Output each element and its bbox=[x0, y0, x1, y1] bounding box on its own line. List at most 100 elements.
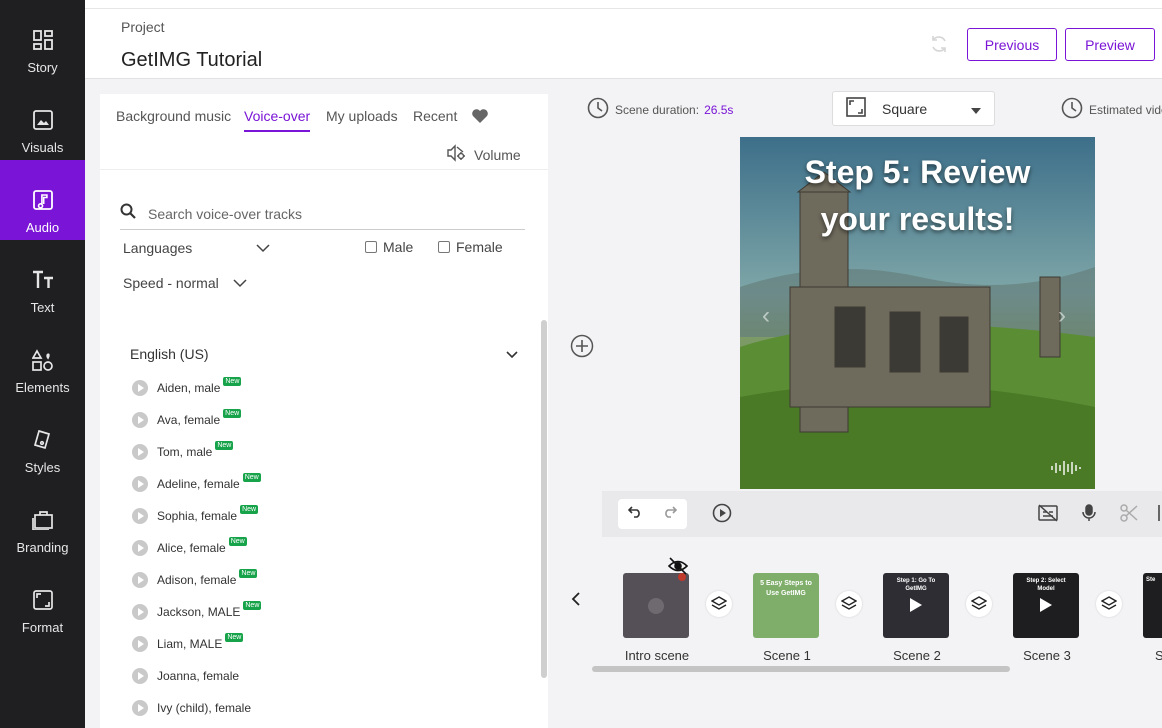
scene-thumb-4[interactable]: Ste bbox=[1143, 573, 1162, 638]
refresh-icon[interactable] bbox=[930, 35, 948, 58]
canvas-next-arrow-icon[interactable]: › bbox=[1058, 302, 1066, 330]
new-badge: New bbox=[240, 504, 259, 514]
scene-thumb-3[interactable]: Step 2: Select Model bbox=[1013, 573, 1079, 638]
nav-item-visuals[interactable]: Visuals bbox=[0, 80, 85, 160]
audio-panel: Background music Voice-over My uploads R… bbox=[100, 94, 548, 728]
nav-label-audio: Audio bbox=[25, 220, 60, 235]
project-title: GetIMG Tutorial bbox=[121, 49, 263, 71]
new-badge: New bbox=[225, 632, 244, 642]
tab-background-music[interactable]: Background music bbox=[116, 108, 231, 130]
play-circle-icon[interactable] bbox=[712, 503, 732, 528]
play-voice-icon[interactable] bbox=[132, 604, 148, 620]
play-voice-icon[interactable] bbox=[132, 380, 148, 396]
new-badge: New bbox=[223, 408, 242, 418]
tab-recent[interactable]: Recent bbox=[413, 108, 457, 130]
volume-settings-icon bbox=[446, 144, 466, 165]
project-label: Project bbox=[121, 19, 165, 35]
voice-name: Alice, female bbox=[157, 541, 226, 555]
panel-scrollbar[interactable] bbox=[541, 320, 547, 678]
speed-dropdown[interactable]: Speed - normal bbox=[123, 275, 247, 291]
nav-item-elements[interactable]: Elements bbox=[0, 320, 85, 400]
nav-item-audio[interactable]: Audio bbox=[0, 160, 85, 240]
play-voice-icon[interactable] bbox=[132, 444, 148, 460]
more-settings-icon[interactable] bbox=[1156, 504, 1162, 527]
voice-name: Liam, MALE bbox=[157, 637, 223, 651]
voice-item[interactable]: Sophia, female New bbox=[132, 504, 259, 528]
play-voice-icon[interactable] bbox=[132, 476, 148, 492]
redo-icon[interactable] bbox=[663, 505, 677, 523]
tab-voice-over[interactable]: Voice-over bbox=[244, 108, 311, 132]
play-voice-icon[interactable] bbox=[132, 540, 148, 556]
voice-item[interactable]: Ava, female New bbox=[132, 408, 242, 432]
play-voice-icon[interactable] bbox=[132, 412, 148, 428]
voice-item[interactable]: Aiden, male New bbox=[132, 376, 242, 400]
scissors-icon[interactable] bbox=[1120, 504, 1138, 527]
scene-thumb-1[interactable]: 5 Easy Steps to Use GetIMG bbox=[753, 573, 819, 638]
languages-dropdown[interactable]: Languages bbox=[123, 240, 270, 256]
voice-item[interactable]: Adison, female New bbox=[132, 568, 258, 592]
preview-button[interactable]: Preview bbox=[1065, 28, 1155, 61]
layers-icon[interactable] bbox=[706, 591, 732, 617]
play-voice-icon[interactable] bbox=[132, 508, 148, 524]
scene-thumb-4-text: Ste bbox=[1146, 577, 1156, 583]
scene-thumb-intro[interactable] bbox=[623, 573, 689, 638]
hide-captions-icon[interactable] bbox=[1038, 504, 1058, 527]
voice-name: Adeline, female bbox=[157, 477, 240, 491]
volume-control[interactable]: Volume bbox=[446, 144, 521, 165]
scene-canvas[interactable]: Step 5: Review your results! ‹ › bbox=[740, 137, 1095, 489]
add-scene-icon[interactable] bbox=[570, 334, 594, 363]
voice-item[interactable]: Jackson, MALE New bbox=[132, 600, 262, 624]
briefcase-icon bbox=[31, 508, 54, 532]
undo-icon[interactable] bbox=[628, 505, 642, 523]
favorites-heart-icon[interactable] bbox=[471, 108, 489, 129]
voice-name: Adison, female bbox=[157, 573, 237, 587]
voice-item[interactable]: Tom, male New bbox=[132, 440, 234, 464]
voice-item[interactable]: Liam, MALE New bbox=[132, 632, 244, 656]
format-select[interactable]: Square bbox=[832, 91, 995, 126]
tab-my-uploads[interactable]: My uploads bbox=[326, 108, 398, 130]
play-voice-icon[interactable] bbox=[132, 636, 148, 652]
voice-item[interactable]: Ivy (child), female bbox=[132, 696, 251, 720]
canvas-title-line-1: Step 5: Review bbox=[804, 154, 1031, 190]
timeline-scrollbar[interactable] bbox=[592, 666, 1010, 672]
voice-name: Aiden, male bbox=[157, 381, 221, 395]
microphone-icon[interactable] bbox=[1082, 504, 1096, 527]
voice-name: Joanna, female bbox=[157, 669, 240, 683]
estimated-label: Estimated vide bbox=[1089, 102, 1162, 117]
voice-name: Ava, female bbox=[157, 413, 221, 427]
nav-item-story[interactable]: Story bbox=[0, 0, 85, 80]
editor-area: Scene duration: 26.5s Square Estimated v… bbox=[563, 79, 1162, 685]
layers-icon[interactable] bbox=[1096, 591, 1122, 617]
voice-name: Ivy (child), female bbox=[157, 701, 252, 715]
nav-item-branding[interactable]: Branding bbox=[0, 480, 85, 560]
voice-item[interactable]: Adeline, female New bbox=[132, 472, 261, 496]
clock-icon bbox=[1061, 97, 1083, 122]
clock-icon bbox=[587, 97, 609, 122]
timeline-scroll-left-icon[interactable] bbox=[571, 592, 581, 611]
scene-duration-value: 26.5s bbox=[704, 102, 734, 117]
chevron-down-icon bbox=[233, 275, 247, 291]
undo-redo-group bbox=[618, 499, 687, 529]
play-voice-icon[interactable] bbox=[132, 700, 148, 716]
format-value: Square bbox=[882, 100, 928, 117]
canvas-prev-arrow-icon[interactable]: ‹ bbox=[762, 302, 770, 330]
scene-thumb-3-text: Step 2: Select Model bbox=[1026, 578, 1066, 592]
layers-icon[interactable] bbox=[836, 591, 862, 617]
voice-item[interactable]: Joanna, female bbox=[132, 664, 239, 688]
scene-thumb-2[interactable]: Step 1: Go To GetIMG bbox=[883, 573, 949, 638]
nav-item-styles[interactable]: Styles bbox=[0, 400, 85, 480]
play-voice-icon[interactable] bbox=[132, 668, 148, 684]
nav-item-format[interactable]: Format bbox=[0, 560, 85, 640]
play-voice-icon[interactable] bbox=[132, 572, 148, 588]
voice-item[interactable]: Alice, female New bbox=[132, 536, 247, 560]
nav-item-text[interactable]: Text bbox=[0, 240, 85, 320]
layers-icon[interactable] bbox=[966, 591, 992, 617]
previous-button[interactable]: Previous bbox=[967, 28, 1057, 61]
female-checkbox[interactable]: Female bbox=[438, 239, 503, 255]
play-icon bbox=[1040, 598, 1052, 617]
voice-search-input[interactable] bbox=[148, 205, 508, 222]
scene-label-3: Scene 3 bbox=[1023, 648, 1071, 663]
male-checkbox[interactable]: Male bbox=[365, 239, 413, 255]
chevron-down-icon bbox=[506, 346, 518, 362]
language-group-header[interactable]: English (US) bbox=[130, 346, 518, 362]
